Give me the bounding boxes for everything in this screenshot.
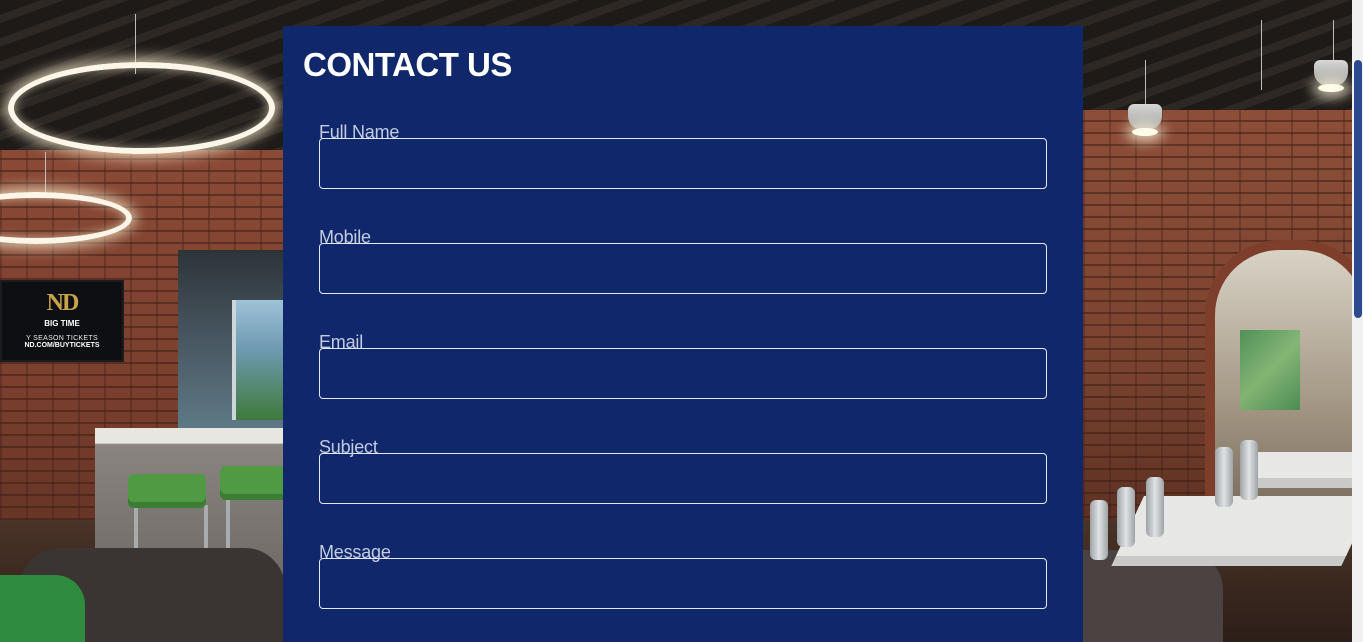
page-title: CONTACT US (303, 46, 512, 83)
full-name-field-group: Full Name (319, 122, 1047, 189)
tv-screen: ND BIG TIME Y SEASON TICKETS ND.COM/BUYT… (0, 280, 124, 362)
light-wire (45, 152, 46, 197)
chair (1146, 477, 1164, 537)
chair (1090, 500, 1108, 560)
email-input[interactable] (319, 348, 1047, 399)
window (232, 300, 287, 420)
scrollbar-thumb[interactable] (1354, 60, 1362, 318)
green-sofa (0, 575, 85, 642)
light-wire (1145, 60, 1146, 105)
chair (1240, 440, 1258, 500)
green-stool (128, 474, 206, 508)
sofa (1083, 550, 1223, 642)
tv-text: Y SEASON TICKETS (26, 335, 98, 342)
wall-art (1240, 330, 1300, 410)
subject-field-group: Subject (319, 437, 1047, 504)
table (1245, 452, 1363, 478)
tv-text: BIG TIME (44, 319, 80, 328)
pendant-light (1128, 104, 1162, 136)
light-wire (1333, 20, 1334, 60)
contact-form-card: CONTACT US Full Name Mobile Email Subjec… (283, 26, 1083, 642)
message-input[interactable] (319, 558, 1047, 609)
chair (1117, 487, 1135, 547)
tv-logo: ND (46, 290, 80, 316)
light-wire (1261, 20, 1262, 90)
mobile-input[interactable] (319, 243, 1047, 294)
pendant-light (1314, 60, 1348, 92)
chair (1215, 447, 1233, 507)
message-field-group: Message (319, 542, 1047, 609)
full-name-input[interactable] (319, 138, 1047, 189)
mobile-field-group: Mobile (319, 227, 1047, 294)
scrollbar[interactable] (1352, 0, 1363, 642)
tv-text: ND.COM/BUYTICKETS (24, 342, 100, 349)
subject-input[interactable] (319, 453, 1047, 504)
ring-light (8, 62, 275, 154)
email-field-group: Email (319, 332, 1047, 399)
contact-page: ND BIG TIME Y SEASON TICKETS ND.COM/BUYT… (0, 0, 1363, 642)
